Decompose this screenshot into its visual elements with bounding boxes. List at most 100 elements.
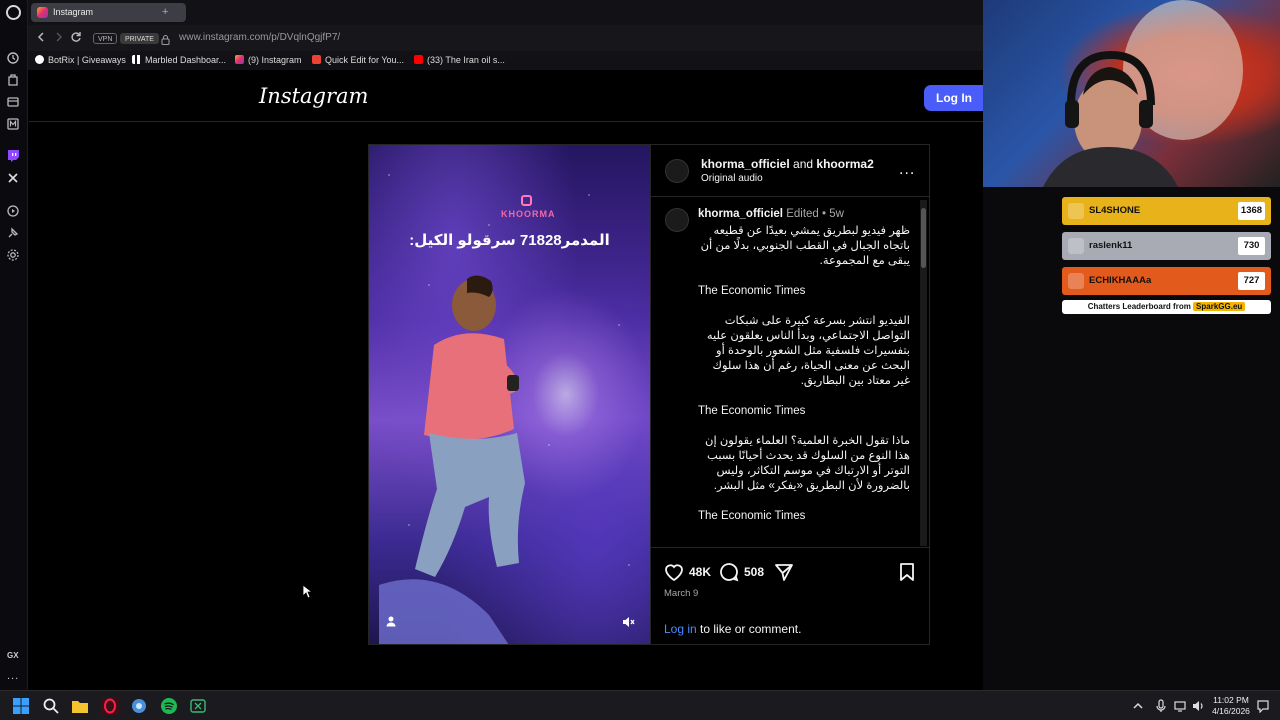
crown-icon	[1068, 273, 1084, 289]
post-date[interactable]: March 9	[664, 588, 698, 599]
mute-icon[interactable]	[621, 615, 635, 629]
file-explorer-icon[interactable]	[71, 697, 89, 715]
caption-paragraph: The Economic Times	[698, 510, 806, 522]
windows-taskbar: 11:02 PM 4/16/2026	[0, 690, 1280, 720]
leaderboard-score: 730	[1238, 237, 1265, 255]
clock-date: 4/16/2026	[1212, 706, 1250, 716]
instagram-header: Instagram Log In	[29, 70, 984, 122]
gx-control-label[interactable]: GX	[7, 651, 19, 660]
caption-username[interactable]: khorma_officiel	[698, 208, 783, 220]
post-actions: 48K 508	[651, 559, 930, 589]
post-card: KHOORMA المدمر71828 سرقولو الكيل: khorma…	[368, 144, 930, 645]
search-icon[interactable]	[42, 697, 60, 715]
extensions-icon[interactable]	[6, 73, 20, 87]
coauthor-link[interactable]: khoorma2	[816, 157, 873, 171]
leaderboard-footer: Chatters Leaderboard from SparkGG.eu	[1062, 300, 1271, 314]
url-field[interactable]: www.instagram.com/p/DVqlnQgjfP7/	[179, 32, 340, 43]
caption-avatar[interactable]	[665, 208, 689, 232]
caption-meta: Edited • 5w	[783, 208, 844, 220]
opera-logo-icon[interactable]	[6, 5, 21, 20]
wallet-icon[interactable]	[6, 95, 20, 109]
forward-icon[interactable]	[54, 31, 64, 46]
youtube-icon	[414, 55, 423, 64]
network-icon[interactable]	[1174, 699, 1188, 713]
twitch-icon[interactable]	[6, 149, 20, 163]
back-icon[interactable]	[36, 31, 46, 46]
xbox-icon[interactable]	[189, 697, 207, 715]
sidebar-more-icon[interactable]: ...	[7, 670, 19, 682]
video-watermark: KHOORMA	[501, 209, 556, 219]
leaderboard-row-3: ECHIKHAAAa 727	[1062, 267, 1271, 295]
post-panel: khorma_officiel and khoorma2 Original au…	[650, 145, 930, 644]
grid-icon	[132, 55, 141, 64]
bookmark-youtube[interactable]: (33) The Iran oil s...	[414, 55, 505, 65]
leaderboard-score: 727	[1238, 272, 1265, 290]
new-tab-button[interactable]: +	[162, 6, 168, 18]
pinboard-icon[interactable]	[6, 226, 20, 240]
microphone-icon[interactable]	[1155, 699, 1167, 713]
leaderboard-brand: SparkGG.eu	[1193, 302, 1246, 311]
opera-gx-icon[interactable]	[101, 697, 119, 715]
botrix-icon	[35, 55, 44, 64]
login-button[interactable]: Log In	[924, 85, 984, 111]
bookmark-botrix[interactable]: BotRix | Giveaways	[35, 55, 126, 65]
instagram-page: Instagram Log In KHOORMA المدمر71828 سرق…	[29, 70, 984, 690]
tagged-user-icon[interactable]	[385, 615, 397, 627]
caption-scrollbar[interactable]	[920, 200, 927, 546]
more-options-button[interactable]: ...	[899, 161, 915, 179]
video-caption: المدمر71828 سرقولو الكيل:	[409, 232, 610, 249]
like-heart-icon[interactable]	[663, 561, 685, 583]
audio-link[interactable]: Original audio	[701, 173, 763, 184]
mouse-cursor-icon	[302, 584, 312, 599]
history-icon[interactable]	[6, 51, 20, 65]
stream-overlay: SL4SHONE 1368 raslenk11 730 ECHIKHAAAa 7…	[983, 187, 1280, 690]
caption-header: khorma_officiel Edited • 5w	[698, 208, 844, 220]
bookmark-marbled[interactable]: Marbled Dashboar...	[132, 55, 226, 65]
settings-gear-icon[interactable]	[6, 248, 20, 262]
caption-paragraph: ظهر فيديو لبطريق يمشي بعيدًا عن قطيعه با…	[700, 225, 910, 267]
share-icon[interactable]	[773, 561, 795, 583]
windows-start-icon[interactable]	[12, 697, 30, 715]
instagram-favicon-icon	[37, 7, 48, 18]
caption-paragraph: ماذا تقول الخبرة العلمية؟ العلماء يقولون…	[705, 435, 910, 492]
tab-title: Instagram	[53, 7, 94, 17]
login-link[interactable]: Log in	[664, 622, 697, 636]
webcam-overlay	[983, 0, 1280, 187]
app-icon[interactable]	[130, 697, 148, 715]
chevron-up-icon[interactable]	[1132, 700, 1144, 712]
author-link[interactable]: khorma_officiel	[701, 157, 790, 171]
scroll-thumb[interactable]	[921, 208, 926, 268]
bookmark-label: BotRix | Giveaways	[48, 55, 126, 65]
comment-icon[interactable]	[718, 561, 740, 583]
crown-icon	[1068, 203, 1084, 219]
clock-time: 11:02 PM	[1213, 695, 1249, 705]
bookmark-instagram[interactable]: (9) Instagram	[235, 55, 302, 65]
person-figure	[379, 275, 525, 644]
private-badge: PRIVATE	[120, 33, 159, 44]
system-clock[interactable]: 11:02 PM 4/16/2026	[1207, 695, 1255, 717]
messenger-icon[interactable]	[6, 117, 20, 131]
notification-icon[interactable]	[1256, 699, 1270, 713]
bookmark-save-icon[interactable]	[896, 561, 918, 583]
crown-icon	[1068, 238, 1084, 254]
and-text: and	[793, 157, 814, 171]
caption-paragraph: The Economic Times	[698, 405, 806, 417]
instagram-logo[interactable]: Instagram	[259, 84, 368, 108]
bookmark-label: Quick Edit for You...	[325, 55, 405, 65]
volume-icon[interactable]	[1191, 699, 1205, 713]
login-prompt: Log in to like or comment.	[664, 622, 801, 636]
likes-count: 48K	[689, 565, 712, 579]
reload-icon[interactable]	[70, 31, 82, 46]
streamer-figure	[1043, 0, 1243, 187]
spotify-icon[interactable]	[160, 697, 178, 715]
author-avatar[interactable]	[665, 159, 689, 183]
player-icon[interactable]	[6, 204, 20, 218]
tab-bar: Instagram +	[28, 0, 983, 25]
instagram-icon	[235, 55, 244, 64]
post-video[interactable]: KHOORMA المدمر71828 سرقولو الكيل:	[369, 145, 650, 644]
lock-icon[interactable]	[161, 32, 170, 46]
x-twitter-icon[interactable]	[6, 171, 20, 185]
vpn-badge[interactable]: VPN	[93, 33, 118, 44]
bookmark-gmail[interactable]: Quick Edit for You...	[312, 55, 404, 65]
bookmark-label: Marbled Dashboar...	[145, 55, 227, 65]
